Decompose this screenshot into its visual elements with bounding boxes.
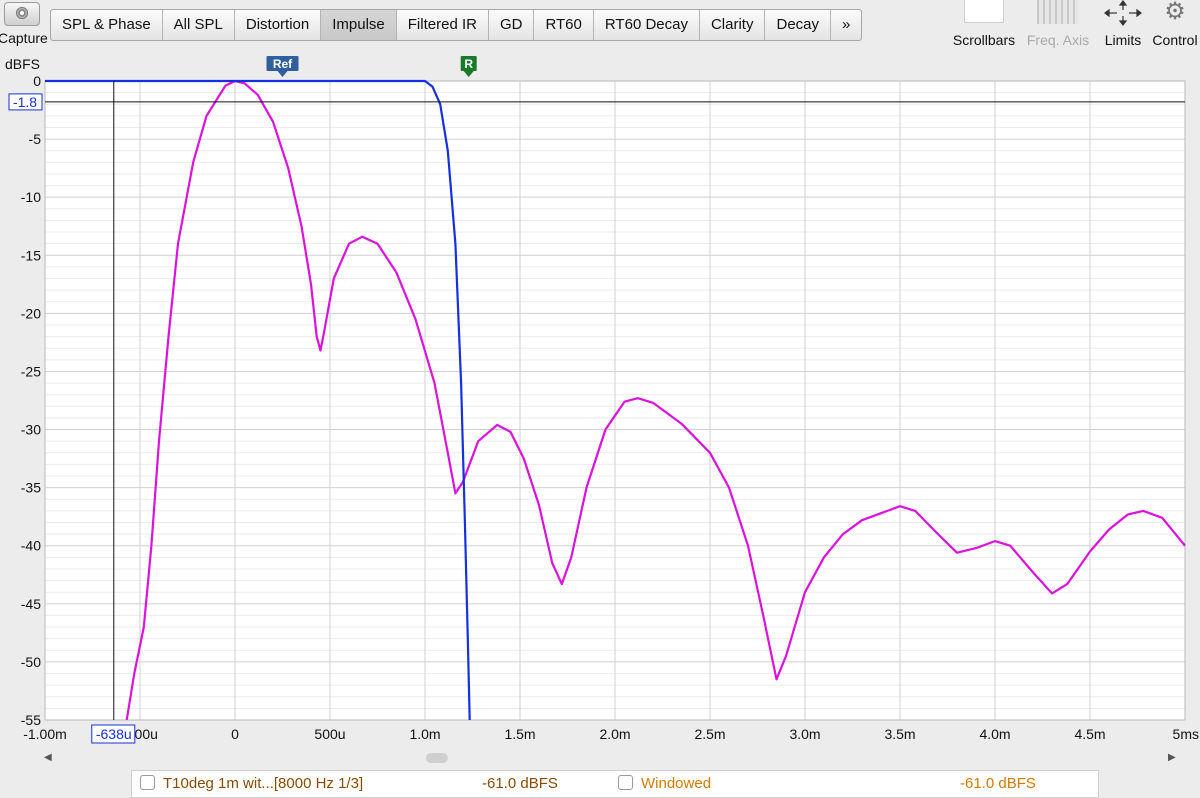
scroll-left-icon[interactable]: ◀ [44,752,52,763]
x-tick-label: 1.0m [409,726,440,742]
tab-gd[interactable]: GD [489,10,535,40]
x-tick-label: 0 [231,726,239,742]
marker-label: R [464,57,473,71]
marker-label: Ref [273,57,293,71]
y-tick-label: -5 [29,131,42,147]
freq-axis-icon [1037,0,1079,24]
limits-button[interactable]: Limits [1098,0,1148,52]
tab-rt60[interactable]: RT60 [534,10,594,40]
scrollbars-label: Scrollbars [952,32,1016,48]
scroll-right-icon[interactable]: ▶ [1168,752,1176,763]
cursor-x-readout: -638u [96,726,132,742]
freq-axis-button[interactable]: Freq. Axis [1022,0,1094,52]
freq-axis-label: Freq. Axis [1026,32,1090,48]
cursor-y-readout: -1.8 [13,94,37,110]
tab-clarity[interactable]: Clarity [700,10,766,40]
scrollbars-button[interactable]: Scrollbars [946,0,1022,52]
tab-more[interactable]: » [831,10,861,40]
legend-value: -61.0 dBFS [960,775,1036,792]
checkbox-icon[interactable] [618,775,633,790]
impulse-plot[interactable]: 0 -5 -10 -15 -20 -25 -30 -35 -40 -45 -50 -55 -1.00m -… [0,52,1200,752]
x-tick-label: 2.5m [694,726,725,742]
marker-ref[interactable]: Ref [266,56,299,77]
tab-filtered-ir[interactable]: Filtered IR [397,10,489,40]
horizontal-scrollbar[interactable]: ◀ ▶ [0,752,1200,766]
capture-button[interactable]: Capture [0,0,50,52]
y-axis-label: dBFS [5,56,40,72]
scroll-thumb[interactable] [426,753,448,763]
tab-distortion[interactable]: Distortion [235,10,322,40]
y-tick-label: -15 [21,247,41,263]
graph-tabs: SPL & Phase All SPL Distortion Impulse Filte… [50,9,863,41]
y-tick-label: -10 [21,189,41,205]
x-tick-label: 4.5m [1074,726,1105,742]
camera-icon [4,2,40,26]
legend-label: T10deg 1m wit...[8000 Hz 1/3] [163,775,364,792]
impulse-chart[interactable]: 0-5-10-15-20-25-30-35-40-45-50-55-1.00m -… [0,52,1200,752]
checkbox-icon[interactable] [140,775,155,790]
x-tick-label: 3.5m [884,726,915,742]
tab-spl-phase[interactable]: SPL & Phase [51,10,163,40]
x-tick-label: 1.5m [504,726,535,742]
tab-decay[interactable]: Decay [765,10,832,40]
toolbar: Capture SPL & Phase All SPL Distortion Impu… [0,0,1200,52]
tab-impulse[interactable]: Impulse [321,10,397,40]
marker-r[interactable]: R [460,56,477,77]
legend-value: -61.0 dBFS [482,775,558,792]
tab-rt60-decay[interactable]: RT60 Decay [594,10,700,40]
y-tick-label: 0 [33,73,41,89]
y-tick-label: -40 [21,538,41,554]
arrows-icon [1101,0,1145,26]
y-tick-label: -25 [21,363,41,379]
y-tick-label: -30 [21,422,41,438]
gear-icon: ⚙ [1164,0,1186,25]
legend-item-measurement[interactable]: T10deg 1m wit...[8000 Hz 1/3] [140,775,363,792]
x-tick-label: 2.0m [599,726,630,742]
y-tick-label: -45 [21,596,41,612]
y-tick-label: -50 [21,654,41,670]
y-tick-label: -20 [21,305,41,321]
scrollbars-icon [964,0,1004,23]
legend-item-windowed[interactable]: Windowed [618,775,711,792]
controls-button[interactable]: ⚙ Control [1150,0,1200,52]
x-tick-label: -1.00m [23,726,67,742]
capture-label: Capture [0,30,48,46]
marker-pointer [463,71,474,77]
x-tick-label: 5ms [1173,726,1199,742]
x-tick-label: 3.0m [789,726,820,742]
tab-all-spl[interactable]: All SPL [163,10,235,40]
legend-label: Windowed [641,775,712,792]
marker-pointer [277,71,288,77]
x-tick-label: 500u [314,726,345,742]
y-tick-label: -35 [21,480,41,496]
limits-label: Limits [1104,32,1142,48]
x-tick-label: 4.0m [979,726,1010,742]
controls-label: Control [1152,32,1198,48]
